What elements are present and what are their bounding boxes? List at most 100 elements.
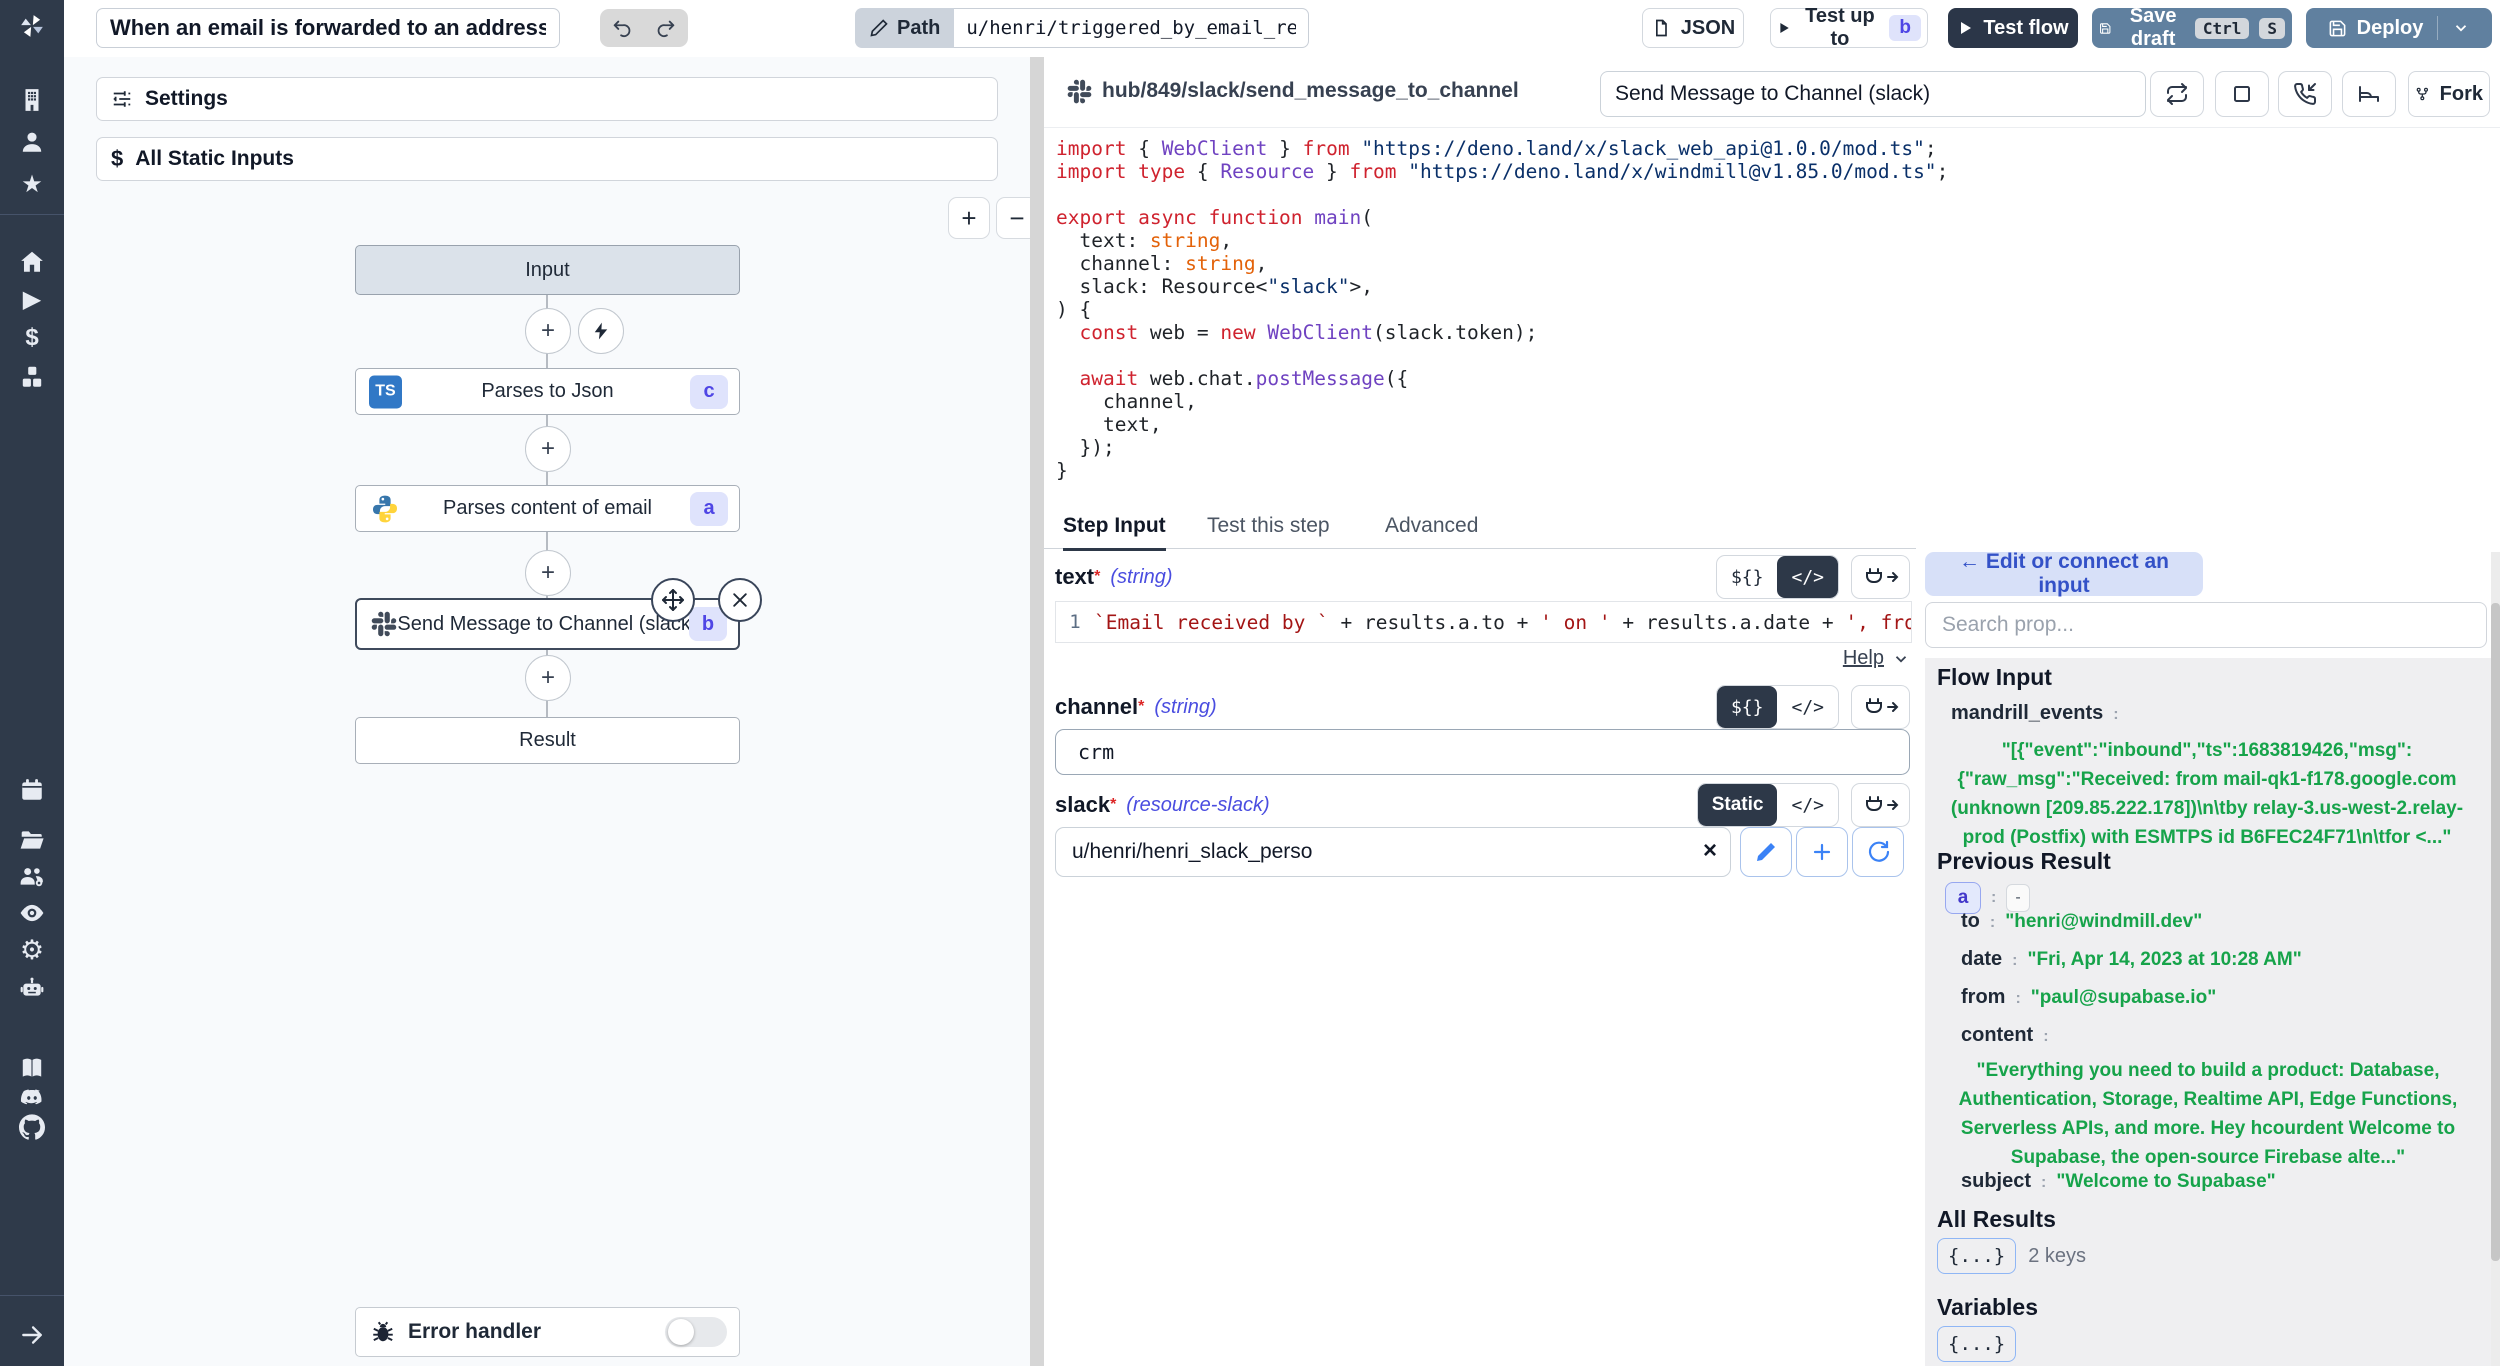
square-button[interactable] bbox=[2215, 71, 2269, 117]
redo-icon[interactable] bbox=[655, 17, 677, 39]
play-icon[interactable]: ▶ bbox=[19, 287, 45, 313]
user-icon[interactable] bbox=[19, 129, 45, 155]
star-icon[interactable]: ★ bbox=[19, 172, 45, 198]
delete-step-button[interactable] bbox=[718, 578, 762, 622]
phone-incoming-button[interactable] bbox=[2278, 71, 2332, 117]
save-icon bbox=[2328, 19, 2347, 38]
sync-script-button[interactable] bbox=[2150, 71, 2204, 117]
static-mode-button[interactable]: Static bbox=[1698, 784, 1778, 826]
dollar-icon[interactable]: $ bbox=[19, 325, 45, 351]
expand-json-button[interactable]: {...} bbox=[1937, 1326, 2016, 1362]
book-icon[interactable] bbox=[19, 1055, 45, 1081]
pencil-icon bbox=[869, 18, 889, 38]
channel-value-input[interactable] bbox=[1055, 729, 1910, 775]
tab-advanced[interactable]: Advanced bbox=[1385, 504, 1478, 548]
flow-node-parses-to-json[interactable]: TS Parses to Json c bbox=[355, 368, 740, 415]
code-mode-button[interactable]: </> bbox=[1777, 556, 1838, 598]
scrollbar-thumb[interactable] bbox=[2491, 603, 2500, 1261]
search-prop-input[interactable] bbox=[1925, 602, 2487, 648]
step-id-badge: a bbox=[690, 492, 728, 526]
add-step-button[interactable]: + bbox=[525, 308, 571, 354]
fork-button[interactable]: Fork bbox=[2408, 71, 2490, 117]
edit-resource-button[interactable] bbox=[1740, 827, 1792, 877]
help-link[interactable]: Help bbox=[1843, 647, 1884, 670]
home-icon[interactable] bbox=[19, 249, 45, 275]
result-row-content-value[interactable]: "Everything you need to build a product:… bbox=[1943, 1056, 2473, 1172]
slack-resource-input[interactable] bbox=[1055, 827, 1731, 877]
deploy-button[interactable]: Deploy bbox=[2306, 8, 2492, 48]
flow-node-input[interactable]: Input bbox=[355, 245, 740, 295]
text-expression-editor[interactable]: 1 `Email received by ` + results.a.to + … bbox=[1055, 601, 1912, 643]
add-step-button[interactable]: + bbox=[525, 426, 571, 472]
add-step-button[interactable]: + bbox=[525, 550, 571, 596]
bed-button[interactable] bbox=[2342, 71, 2396, 117]
path-input[interactable] bbox=[954, 8, 1309, 48]
result-row-subject[interactable]: subject: "Welcome to Supabase" bbox=[1961, 1170, 2276, 1193]
flow-title-input[interactable] bbox=[96, 8, 560, 48]
plus-icon bbox=[1810, 840, 1834, 864]
windmill-flow-editor: ★ ▶ $ ⚙ bbox=[0, 0, 2500, 1366]
script-code-editor[interactable]: import { WebClient } from "https://deno.… bbox=[1056, 137, 2486, 482]
result-row-content[interactable]: content: bbox=[1961, 1024, 2059, 1047]
panel-resize-handle[interactable] bbox=[1030, 57, 1044, 1366]
building-icon[interactable] bbox=[19, 87, 45, 113]
zoom-in-button[interactable]: + bbox=[948, 197, 990, 239]
bug-icon bbox=[370, 1319, 396, 1345]
undo-icon[interactable] bbox=[611, 17, 633, 39]
github-icon[interactable] bbox=[19, 1114, 45, 1140]
clear-resource-icon[interactable]: × bbox=[1703, 838, 1717, 864]
result-row-from[interactable]: from: "paul@supabase.io" bbox=[1961, 986, 2216, 1009]
expand-json-button[interactable]: {...} bbox=[1937, 1238, 2016, 1274]
json-button[interactable]: JSON bbox=[1642, 8, 1744, 48]
robot-icon[interactable] bbox=[19, 975, 45, 1001]
trigger-bolt-button[interactable] bbox=[578, 308, 624, 354]
test-flow-button[interactable]: Test flow bbox=[1948, 8, 2078, 48]
tab-test-this-step[interactable]: Test this step bbox=[1207, 504, 1330, 548]
move-step-button[interactable] bbox=[651, 578, 695, 622]
connect-input-button[interactable] bbox=[1851, 783, 1910, 827]
flow-input-value[interactable]: "[{"event":"inbound","ts":1683819426,"ms… bbox=[1947, 736, 2467, 852]
step-summary-input[interactable] bbox=[1600, 71, 2146, 117]
flow-node-parses-content[interactable]: Parses content of email a bbox=[355, 485, 740, 532]
error-handler-bar[interactable]: Error handler bbox=[355, 1307, 740, 1357]
edit-or-connect-button[interactable]: ← Edit or connect an input bbox=[1925, 552, 2203, 596]
error-handler-toggle[interactable] bbox=[665, 1317, 727, 1347]
template-mode-button[interactable]: ${} bbox=[1717, 686, 1778, 728]
flow-toolbar: Path JSON Test up to b Test flow Save dr… bbox=[64, 0, 2500, 58]
all-results-row: {...} 2 keys bbox=[1937, 1238, 2086, 1274]
chevron-down-icon[interactable] bbox=[2452, 19, 2470, 37]
save-draft-button[interactable]: Save draft CtrlS bbox=[2092, 8, 2292, 48]
code-mode-button[interactable]: </> bbox=[1777, 784, 1838, 826]
template-mode-button[interactable]: ${} bbox=[1717, 556, 1778, 598]
discord-icon[interactable] bbox=[19, 1085, 45, 1111]
result-row-to[interactable]: to: "henri@windmill.dev" bbox=[1961, 910, 2202, 933]
calendar-icon[interactable] bbox=[19, 777, 45, 803]
flow-node-result[interactable]: Result bbox=[355, 717, 740, 764]
arrow-right-icon[interactable] bbox=[19, 1322, 45, 1348]
tab-step-input[interactable]: Step Input bbox=[1063, 504, 1166, 551]
chevron-down-icon[interactable] bbox=[1892, 650, 1910, 668]
code-mode-button[interactable]: </> bbox=[1777, 686, 1838, 728]
flow-input-key[interactable]: mandrill_events: bbox=[1951, 702, 2129, 725]
cubes-icon[interactable] bbox=[19, 364, 45, 390]
play-triangle-icon bbox=[1957, 20, 1973, 36]
flow-settings-bar[interactable]: Settings bbox=[96, 77, 998, 121]
dollar-icon: $ bbox=[111, 146, 123, 172]
all-static-inputs-bar[interactable]: $ All Static Inputs bbox=[96, 137, 998, 181]
button-divider bbox=[2437, 16, 2438, 40]
test-up-to-button[interactable]: Test up to b bbox=[1770, 8, 1928, 48]
gear-icon[interactable]: ⚙ bbox=[19, 937, 45, 963]
folder-open-icon[interactable] bbox=[19, 827, 45, 853]
add-resource-button[interactable] bbox=[1796, 827, 1848, 877]
refresh-resource-button[interactable] bbox=[1852, 827, 1904, 877]
connect-input-button[interactable] bbox=[1851, 555, 1910, 599]
windmill-logo[interactable] bbox=[19, 13, 45, 39]
path-button[interactable]: Path bbox=[855, 8, 954, 48]
add-step-button[interactable]: + bbox=[525, 655, 571, 701]
collapse-toggle[interactable]: - bbox=[2006, 884, 2029, 912]
typescript-icon: TS bbox=[369, 375, 402, 408]
eye-icon[interactable] bbox=[19, 900, 45, 926]
connect-input-button[interactable] bbox=[1851, 685, 1910, 729]
result-row-date[interactable]: date: "Fri, Apr 14, 2023 at 10:28 AM" bbox=[1961, 948, 2302, 971]
users-gear-icon[interactable] bbox=[19, 864, 45, 890]
